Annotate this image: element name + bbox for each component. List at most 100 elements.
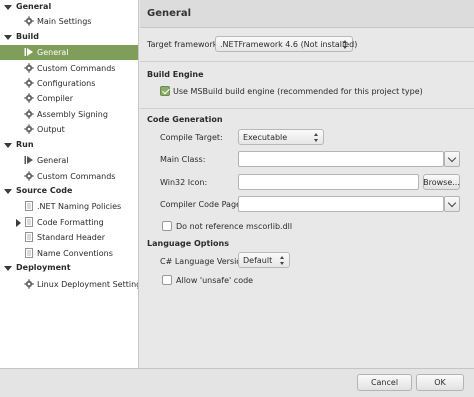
sidebar-section-label: General xyxy=(16,2,52,11)
sidebar-section-general[interactable]: General xyxy=(0,0,138,15)
ok-button[interactable]: OK xyxy=(416,374,464,391)
sidebar-item-label: Custom Commands xyxy=(37,64,116,73)
sidebar-item-build-general[interactable]: General xyxy=(0,45,138,60)
sidebar-item-label: Standard Header xyxy=(37,233,106,242)
allow-unsafe-label: Allow 'unsafe' code xyxy=(176,276,254,285)
sidebar-item-label: Main Settings xyxy=(37,17,92,26)
sidebar-item-standard-header[interactable]: Standard Header xyxy=(0,230,138,245)
sidebar-item-main-settings[interactable]: Main Settings xyxy=(0,14,138,29)
browse-button[interactable]: Browse... xyxy=(423,174,460,190)
build-engine-heading: Build Engine xyxy=(147,70,204,79)
document-icon xyxy=(24,248,34,258)
settings-gear-icon xyxy=(24,171,34,181)
sidebar-item-linux-deployment[interactable]: Linux Deployment Settings xyxy=(0,277,139,292)
compile-target-select[interactable]: Executable xyxy=(238,129,324,145)
expand-arrow-icon[interactable] xyxy=(4,189,12,194)
no-mscorlib-checkbox[interactable] xyxy=(162,221,172,231)
sidebar-item-label: Assembly Signing xyxy=(37,110,108,119)
updown-arrows-icon xyxy=(342,40,348,49)
sidebar-item-label: Compiler xyxy=(37,94,74,103)
compiler-code-page-dropdown-button[interactable] xyxy=(444,196,460,212)
expand-arrow-icon[interactable] xyxy=(4,5,12,10)
document-icon xyxy=(24,201,34,211)
settings-gear-icon xyxy=(24,78,34,88)
expand-arrow-icon[interactable] xyxy=(4,35,12,40)
settings-gear-icon xyxy=(24,124,34,134)
sidebar-section-source-code[interactable]: Source Code xyxy=(0,184,138,199)
win32-icon-label: Win32 Icon: xyxy=(160,178,208,187)
dialog-footer: Cancel OK xyxy=(0,368,474,397)
sidebar-item-label: Linux Deployment Settings xyxy=(37,280,139,289)
document-icon xyxy=(24,217,34,227)
play-build-icon xyxy=(24,47,34,57)
expand-arrow-icon[interactable] xyxy=(4,266,12,271)
sidebar-section-label: Build xyxy=(16,32,40,41)
language-options-heading: Language Options xyxy=(147,239,229,248)
sidebar-item-run-custom-commands[interactable]: Custom Commands xyxy=(0,169,138,184)
sidebar-item-build-custom-commands[interactable]: Custom Commands xyxy=(0,61,138,76)
project-options-window: General Main Settings Build General Cust… xyxy=(0,0,474,397)
sidebar-section-label: Run xyxy=(16,140,34,149)
code-generation-heading: Code Generation xyxy=(147,115,223,124)
options-sidebar: General Main Settings Build General Cust… xyxy=(0,0,139,368)
compiler-code-page-label: Compiler Code Page: xyxy=(160,200,244,209)
sidebar-section-label: Deployment xyxy=(16,263,71,272)
expand-arrow-icon[interactable] xyxy=(16,219,21,227)
play-run-icon xyxy=(24,155,34,165)
settings-gear-icon xyxy=(24,93,34,103)
sidebar-item-label: .NET Naming Policies xyxy=(37,202,122,211)
chevron-down-icon xyxy=(447,198,457,207)
allow-unsafe-checkbox[interactable] xyxy=(162,275,172,285)
updown-arrows-icon xyxy=(313,133,319,142)
main-class-input[interactable] xyxy=(238,151,444,167)
compiler-code-page-input[interactable] xyxy=(238,196,444,212)
win32-icon-input[interactable] xyxy=(238,174,419,190)
csharp-version-label: C# Language Version: xyxy=(160,257,249,266)
csharp-version-value: Default xyxy=(243,255,273,265)
sidebar-item-label: Code Formatting xyxy=(37,218,104,227)
updown-arrows-icon xyxy=(279,256,285,265)
sidebar-item-naming-policies[interactable]: .NET Naming Policies xyxy=(0,199,138,214)
document-icon xyxy=(24,232,34,242)
target-framework-value: .NETFramework 4.6 (Not installed) xyxy=(220,39,358,49)
settings-gear-icon xyxy=(24,16,34,26)
main-class-dropdown-button[interactable] xyxy=(444,151,460,167)
sidebar-item-label: General xyxy=(37,156,69,165)
no-mscorlib-label: Do not reference mscorlib.dll xyxy=(176,222,293,231)
sidebar-item-label: General xyxy=(37,48,69,57)
sidebar-item-output[interactable]: Output xyxy=(0,122,138,137)
sidebar-item-code-formatting[interactable]: Code Formatting xyxy=(0,215,138,230)
sidebar-item-compiler[interactable]: Compiler xyxy=(0,91,138,106)
divider xyxy=(140,108,474,109)
sidebar-item-run-general[interactable]: General xyxy=(0,153,138,168)
sidebar-section-label: Source Code xyxy=(16,186,73,195)
divider xyxy=(140,61,474,62)
cancel-button[interactable]: Cancel xyxy=(357,374,412,391)
expand-arrow-icon[interactable] xyxy=(4,143,12,148)
sidebar-item-label: Configurations xyxy=(37,79,96,88)
settings-gear-icon xyxy=(24,279,34,289)
use-msbuild-checkbox[interactable] xyxy=(160,86,170,96)
sidebar-item-configurations[interactable]: Configurations xyxy=(0,76,138,91)
sidebar-section-deployment[interactable]: Deployment xyxy=(0,261,138,276)
sidebar-item-label: Name Conventions xyxy=(37,249,113,258)
chevron-down-icon xyxy=(447,153,457,162)
csharp-version-select[interactable]: Default xyxy=(238,252,290,268)
sidebar-item-name-conventions[interactable]: Name Conventions xyxy=(0,246,138,261)
sidebar-item-label: Custom Commands xyxy=(37,172,116,181)
settings-gear-icon xyxy=(24,63,34,73)
settings-gear-icon xyxy=(24,109,34,119)
compile-target-value: Executable xyxy=(243,132,288,142)
sidebar-item-label: Output xyxy=(37,125,65,134)
use-msbuild-label: Use MSBuild build engine (recommended fo… xyxy=(173,87,423,96)
panel-header: General xyxy=(140,0,474,28)
sidebar-section-build[interactable]: Build xyxy=(0,30,138,45)
sidebar-item-assembly-signing[interactable]: Assembly Signing xyxy=(0,107,138,122)
target-framework-select[interactable]: .NETFramework 4.6 (Not installed) xyxy=(215,36,357,52)
sidebar-section-run[interactable]: Run xyxy=(0,138,138,153)
compile-target-label: Compile Target: xyxy=(160,133,223,142)
target-framework-label: Target framework: xyxy=(147,40,221,49)
page-title: General xyxy=(147,8,191,19)
main-class-label: Main Class: xyxy=(160,155,206,164)
options-main-panel: General Target framework: .NETFramework … xyxy=(140,0,474,368)
